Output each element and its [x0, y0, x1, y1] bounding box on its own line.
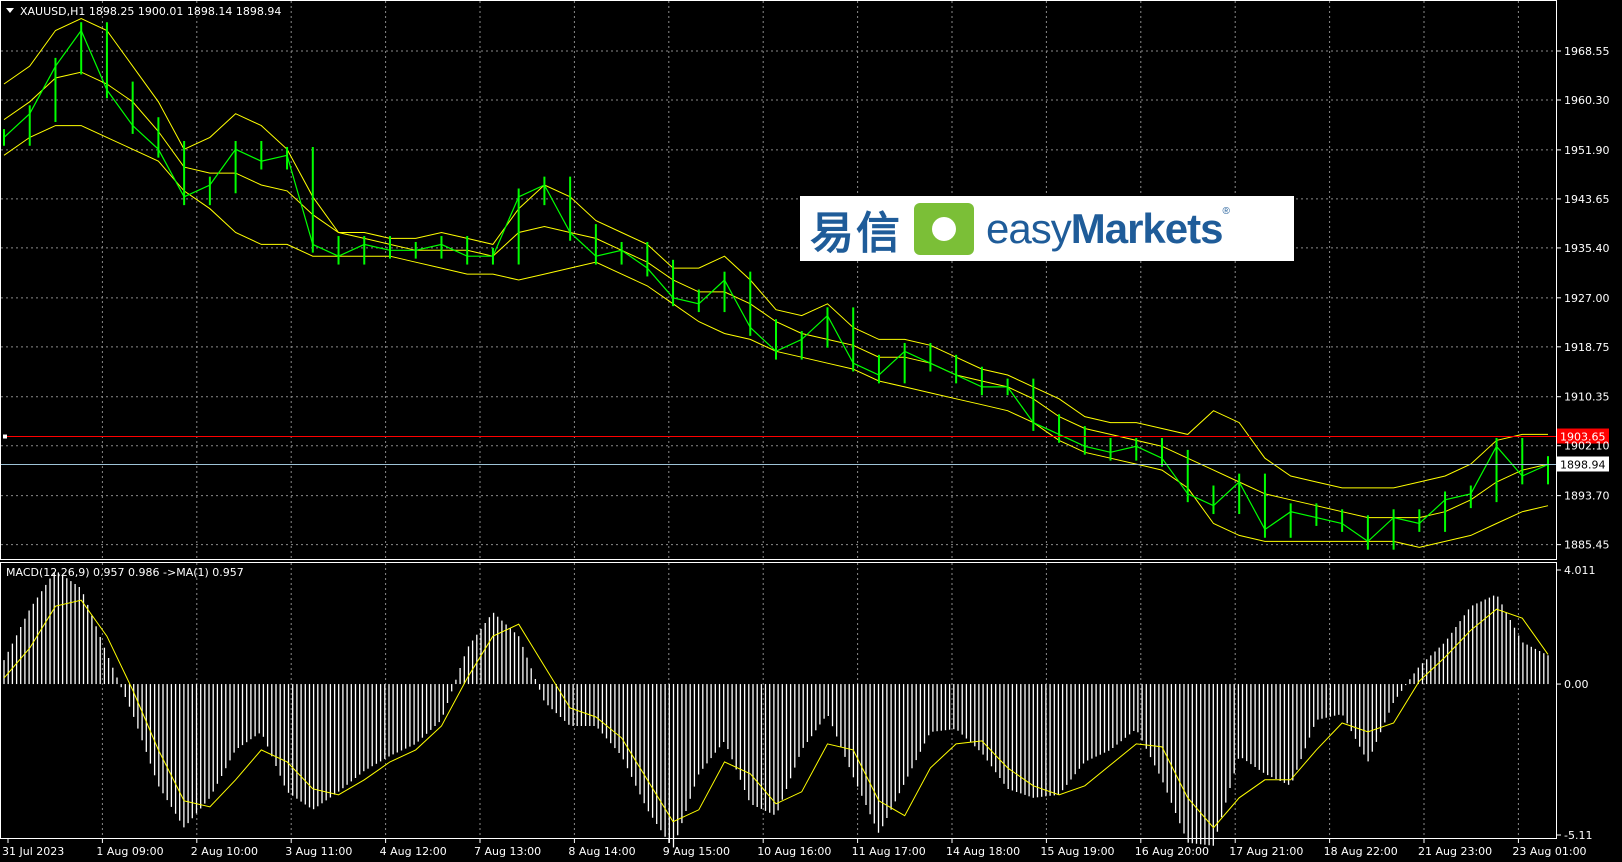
y-tick-label: 1968.55 [1564, 45, 1610, 58]
macd-y-tick-label: -5.11 [1564, 829, 1592, 842]
x-tick-label: 15 Aug 19:00 [1040, 845, 1114, 858]
main-pane-border [0, 0, 1557, 560]
x-tick-label: 31 Jul 2023 [2, 845, 64, 858]
current-price-label: 1898.94 [1560, 459, 1606, 472]
bollinger-upper-band [3, 18, 1548, 489]
x-tick-label: 21 Aug 23:00 [1418, 845, 1492, 858]
bollinger-middle-band [3, 71, 1549, 519]
x-tick-label: 14 Aug 18:00 [946, 845, 1020, 858]
y-tick-label: 1918.75 [1564, 341, 1610, 354]
price-chart[interactable]: 1903.651898.94 31 Jul 2023 1 Aug 09:00 2 A… [0, 0, 1622, 862]
y-tick-label: 1960.30 [1564, 94, 1610, 107]
x-tick-label: 2 Aug 10:00 [191, 845, 258, 858]
y-tick-label: 1943.65 [1564, 193, 1610, 206]
y-tick-label: 1951.90 [1564, 144, 1610, 157]
macd-signal [3, 599, 1549, 829]
x-tick-label: 18 Aug 22:00 [1324, 845, 1398, 858]
x-tick-label: 16 Aug 20:00 [1135, 845, 1209, 858]
x-tick-label: 17 Aug 21:00 [1229, 845, 1303, 858]
y-tick-label: 1893.70 [1564, 490, 1610, 503]
x-tick-label: 10 Aug 16:00 [757, 845, 831, 858]
macd-signal-line [3, 599, 1549, 829]
logo-brand-text: easyMarkets [986, 204, 1223, 252]
x-tick-label: 23 Aug 01:00 [1512, 845, 1586, 858]
x-tick-label: 9 Aug 15:00 [663, 845, 730, 858]
symbol-header: XAUUSD,H1 1898.25 1900.01 1898.14 1898.9… [20, 5, 281, 18]
x-tick-label: 1 Aug 09:00 [96, 845, 163, 858]
macd-title: MACD(12,26,9) 0.957 0.986 ->MA(1) 0.957 [6, 566, 244, 579]
price-series [3, 22, 1549, 550]
y-tick-label: 1902.10 [1564, 440, 1610, 453]
x-tick-label: 4 Aug 12:00 [380, 845, 447, 858]
macd-y-tick-label: 0.00 [1564, 678, 1589, 691]
y-tick-label: 1885.45 [1564, 539, 1610, 552]
x-tick-label: 8 Aug 14:00 [568, 845, 635, 858]
alert-level-marker [3, 434, 7, 439]
logo-chinese-text: 易信 [810, 207, 902, 259]
logo-mark-icon [914, 202, 974, 255]
x-tick-label: 3 Aug 11:00 [285, 845, 352, 858]
logo-registered-mark: ® [1222, 206, 1230, 217]
y-tick-label: 1927.00 [1564, 292, 1610, 305]
x-tick-label: 11 Aug 17:00 [852, 845, 926, 858]
symbol-dropdown-icon[interactable] [6, 8, 14, 13]
y-tick-label: 1935.40 [1564, 242, 1610, 255]
macd-y-tick-label: 4.011 [1564, 564, 1596, 577]
x-tick-label: 7 Aug 13:00 [474, 845, 541, 858]
y-tick-label: 1910.35 [1564, 391, 1610, 404]
bollinger-bands [3, 18, 1549, 548]
easymarkets-logo: 易信 easyMarkets ® [800, 196, 1294, 261]
price-levels: 1903.651898.94 [1, 428, 1609, 472]
macd-histogram [3, 572, 1549, 848]
